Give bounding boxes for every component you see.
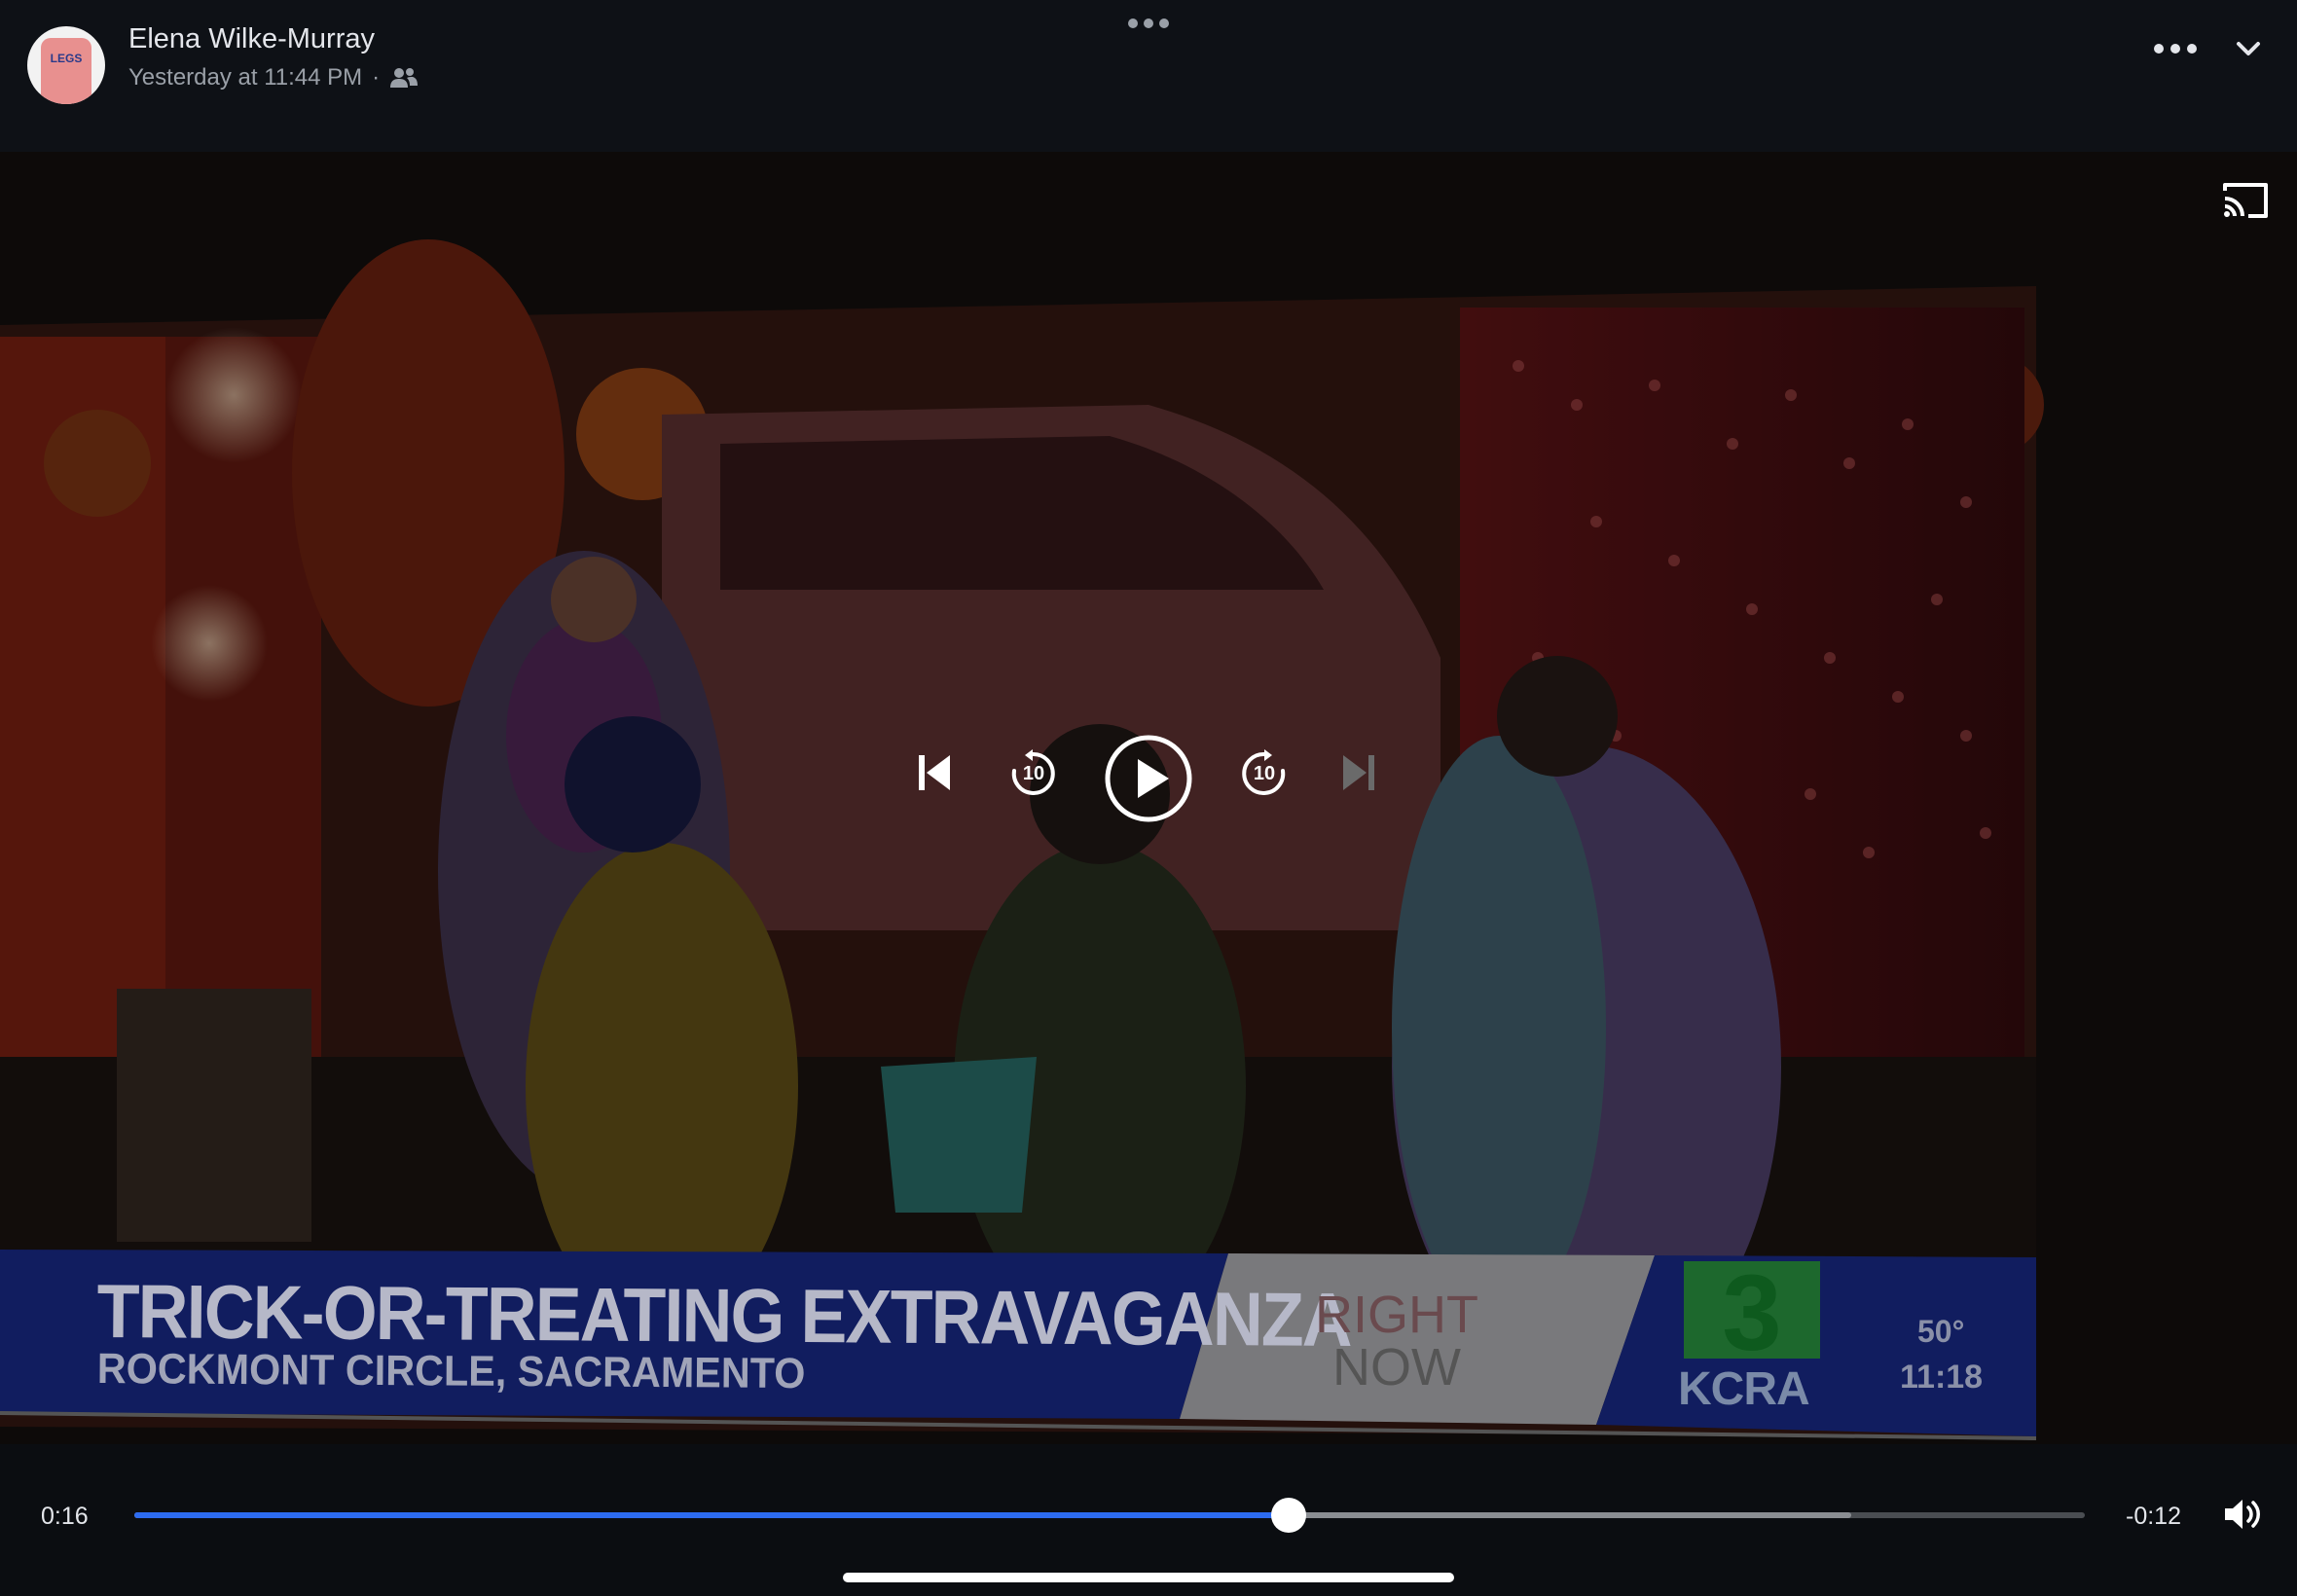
post-timestamp[interactable]: Yesterday at 11:44 PM	[128, 64, 362, 91]
post-meta: Yesterday at 11:44 PM ·	[128, 64, 419, 91]
channel-number: 3	[1722, 1253, 1782, 1373]
skip-previous-icon[interactable]	[915, 751, 954, 794]
tag-line-2: NOW	[1332, 1338, 1461, 1396]
meta-separator: ·	[372, 64, 381, 91]
seek-bar[interactable]	[134, 1498, 2085, 1533]
progress-fill	[134, 1512, 1290, 1518]
cast-icon[interactable]	[2221, 179, 2270, 222]
remaining-time: -0:12	[2126, 1503, 2181, 1530]
right-now-tag: RIGHT NOW	[1294, 1288, 1499, 1394]
drag-handle-icon[interactable]	[1127, 18, 1170, 29]
avatar-text: LEGS	[50, 52, 83, 65]
rewind-10-button[interactable]: 10	[1008, 749, 1057, 798]
playback-bar: 0:16 -0:12	[0, 1444, 2297, 1596]
avatar[interactable]: LEGS	[27, 26, 105, 104]
author-name[interactable]: Elena Wilke-Murray	[128, 23, 375, 55]
friends-icon	[390, 68, 419, 88]
rewind-seconds: 10	[1022, 763, 1045, 784]
location-text: ROCKMONT CIRCLE, SACRAMENTO	[96, 1345, 806, 1398]
station-logo: KCRA	[1678, 1363, 1810, 1415]
home-indicator[interactable]	[843, 1573, 1454, 1582]
skip-next-icon[interactable]	[1339, 751, 1378, 794]
forward-seconds: 10	[1253, 763, 1276, 784]
news-clock: 11:18	[1900, 1359, 1984, 1396]
post-header: LEGS Elena Wilke-Murray Yesterday at 11:…	[0, 0, 2297, 152]
video-player[interactable]: TRICK-OR-TREATING EXTRAVAGANZA ROCKMONT …	[0, 152, 2297, 1444]
tag-line-1: RIGHT	[1315, 1286, 1478, 1344]
weather-temp: 50°	[1917, 1314, 1965, 1349]
elapsed-time: 0:16	[41, 1503, 89, 1530]
avatar-shirt: LEGS	[41, 38, 91, 104]
seek-thumb[interactable]	[1271, 1498, 1307, 1533]
forward-10-button[interactable]: 10	[1240, 749, 1289, 798]
speaker-icon[interactable]	[2221, 1495, 2264, 1534]
play-icon[interactable]	[1104, 734, 1193, 823]
chevron-down-icon[interactable]	[2231, 35, 2266, 62]
more-options-icon[interactable]	[2151, 35, 2200, 62]
